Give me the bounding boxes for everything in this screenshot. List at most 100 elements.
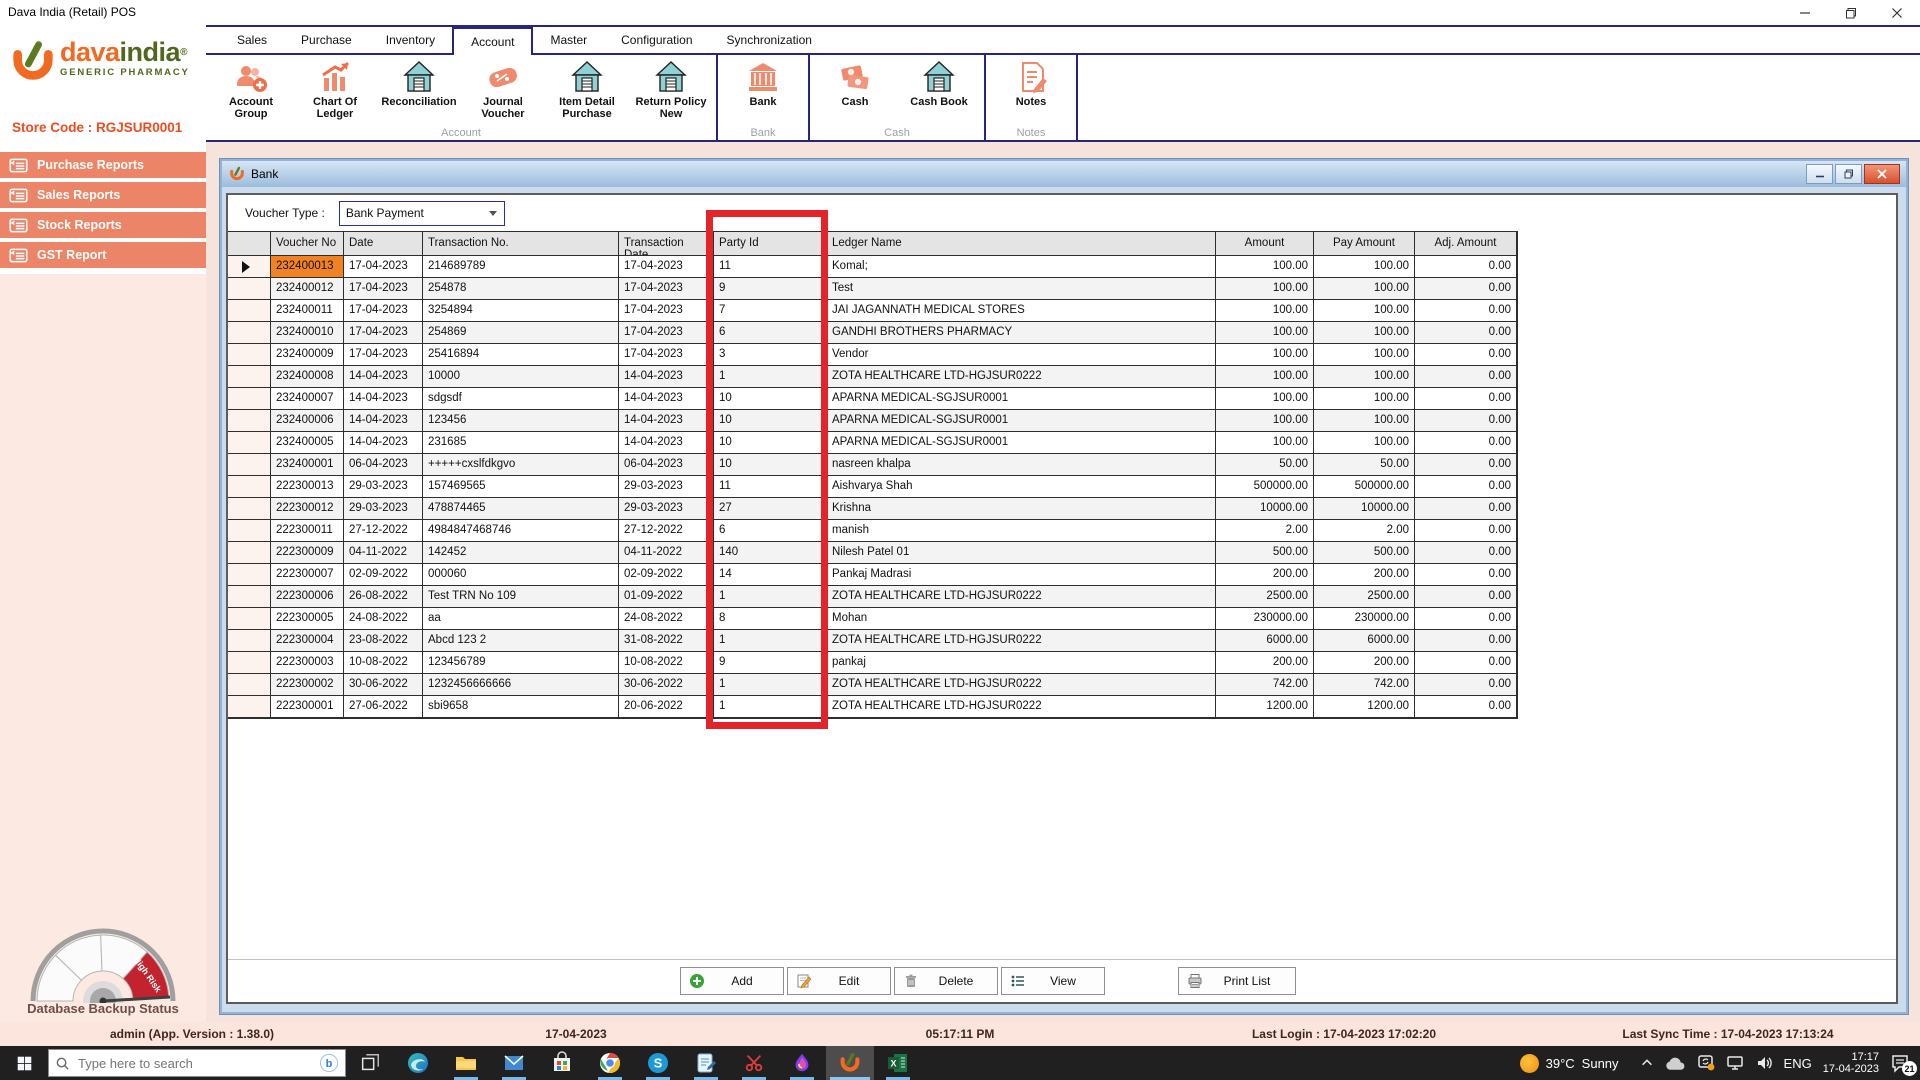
table-row[interactable]: 22230001229-03-202347887446529-03-202327… xyxy=(228,498,1517,520)
ribbon-item-cash[interactable]: Cash xyxy=(816,60,894,108)
cell-transaction-date[interactable]: 02-09-2022 xyxy=(619,564,714,586)
row-indicator-cell[interactable] xyxy=(228,586,271,608)
cell-ledger-name[interactable]: ZOTA HEALTHCARE LTD-HGJSUR0222 xyxy=(827,366,1216,388)
taskbar-app-paint[interactable] xyxy=(778,1046,826,1080)
cell-adj-amount[interactable]: 0.00 xyxy=(1415,542,1517,564)
cell-voucher-no[interactable]: 232400009 xyxy=(271,344,344,366)
ribbon-item-journal-voucher[interactable]: Journal Voucher xyxy=(464,60,542,120)
cell-date[interactable]: 29-03-2023 xyxy=(344,476,423,498)
delete-button[interactable]: Delete xyxy=(894,967,998,995)
cell-pay-amount[interactable]: 6000.00 xyxy=(1314,630,1415,652)
cell-transaction-date[interactable]: 17-04-2023 xyxy=(619,322,714,344)
cell-amount[interactable]: 6000.00 xyxy=(1216,630,1314,652)
column-header-voucher-no[interactable]: Voucher No xyxy=(271,232,344,256)
cell-amount[interactable]: 100.00 xyxy=(1216,410,1314,432)
table-row[interactable]: 23240001217-04-202325487817-04-20239Test… xyxy=(228,278,1517,300)
voucher-type-select[interactable]: Bank Payment xyxy=(339,201,505,226)
cell-date[interactable]: 24-08-2022 xyxy=(344,608,423,630)
taskbar-app-excel[interactable]: X xyxy=(874,1046,922,1080)
table-row[interactable]: 23240000514-04-202323168514-04-202310APA… xyxy=(228,432,1517,454)
cell-voucher-no[interactable]: 222300012 xyxy=(271,498,344,520)
cell-amount[interactable]: 100.00 xyxy=(1216,278,1314,300)
column-header-adj-amount[interactable]: Adj. Amount xyxy=(1415,232,1517,256)
cell-party-id[interactable]: 140 xyxy=(714,542,827,564)
cell-adj-amount[interactable]: 0.00 xyxy=(1415,278,1517,300)
cell-transaction-date[interactable]: 01-09-2022 xyxy=(619,586,714,608)
cell-amount[interactable]: 100.00 xyxy=(1216,366,1314,388)
table-row[interactable]: 23240001017-04-202325486917-04-20236GAND… xyxy=(228,322,1517,344)
cell-transaction-date[interactable]: 29-03-2023 xyxy=(619,476,714,498)
cell-voucher-no[interactable]: 232400013 xyxy=(271,256,344,278)
ribbon-item-notes[interactable]: Notes xyxy=(992,60,1070,108)
row-indicator-cell[interactable] xyxy=(228,300,271,322)
cell-date[interactable]: 14-04-2023 xyxy=(344,410,423,432)
cell-adj-amount[interactable]: 0.00 xyxy=(1415,498,1517,520)
cell-pay-amount[interactable]: 2500.00 xyxy=(1314,586,1415,608)
table-row[interactable]: 22230000310-08-202212345678910-08-20229p… xyxy=(228,652,1517,674)
cell-ledger-name[interactable]: GANDHI BROTHERS PHARMACY xyxy=(827,322,1216,344)
cell-ledger-name[interactable]: ZOTA HEALTHCARE LTD-HGJSUR0222 xyxy=(827,674,1216,696)
cell-transaction-no[interactable]: sbi9658 xyxy=(423,696,619,718)
cell-transaction-no[interactable]: 157469565 xyxy=(423,476,619,498)
ribbon-item-chart-of-ledger[interactable]: Chart Of Ledger xyxy=(296,60,374,120)
cell-pay-amount[interactable]: 100.00 xyxy=(1314,410,1415,432)
row-indicator-cell[interactable] xyxy=(228,520,271,542)
cell-pay-amount[interactable]: 100.00 xyxy=(1314,366,1415,388)
cell-pay-amount[interactable]: 1200.00 xyxy=(1314,696,1415,718)
cell-amount[interactable]: 742.00 xyxy=(1216,674,1314,696)
table-row[interactable]: 23240000814-04-20231000014-04-20231ZOTA … xyxy=(228,366,1517,388)
cell-date[interactable]: 29-03-2023 xyxy=(344,498,423,520)
cell-ledger-name[interactable]: Test xyxy=(827,278,1216,300)
cell-transaction-no[interactable]: 4984847468746 xyxy=(423,520,619,542)
cell-transaction-date[interactable]: 04-11-2022 xyxy=(619,542,714,564)
cell-pay-amount[interactable]: 200.00 xyxy=(1314,564,1415,586)
cell-voucher-no[interactable]: 222300003 xyxy=(271,652,344,674)
ribbon-item-cash-book[interactable]: Cash Book xyxy=(900,60,978,108)
cell-voucher-no[interactable]: 232400006 xyxy=(271,410,344,432)
tab-account[interactable]: Account xyxy=(452,27,533,55)
cell-transaction-date[interactable]: 17-04-2023 xyxy=(619,300,714,322)
cell-transaction-no[interactable]: 231685 xyxy=(423,432,619,454)
cell-pay-amount[interactable]: 100.00 xyxy=(1314,278,1415,300)
taskbar-app-notepad[interactable] xyxy=(682,1046,730,1080)
cell-amount[interactable]: 500000.00 xyxy=(1216,476,1314,498)
taskbar-app-edge[interactable] xyxy=(394,1046,442,1080)
cell-amount[interactable]: 230000.00 xyxy=(1216,608,1314,630)
sidebar-item-stock-reports[interactable]: Stock Reports xyxy=(0,212,206,238)
close-icon[interactable] xyxy=(1874,0,1920,25)
cell-date[interactable]: 17-04-2023 xyxy=(344,278,423,300)
cell-date[interactable]: 30-06-2022 xyxy=(344,674,423,696)
cell-party-id[interactable]: 11 xyxy=(714,256,827,278)
row-indicator-cell[interactable] xyxy=(228,652,271,674)
cell-party-id[interactable]: 9 xyxy=(714,278,827,300)
cell-date[interactable]: 17-04-2023 xyxy=(344,322,423,344)
cell-date[interactable]: 17-04-2023 xyxy=(344,256,423,278)
cell-voucher-no[interactable]: 232400001 xyxy=(271,454,344,476)
cell-date[interactable]: 14-04-2023 xyxy=(344,388,423,410)
cell-date[interactable]: 14-04-2023 xyxy=(344,366,423,388)
cell-party-id[interactable]: 6 xyxy=(714,322,827,344)
cell-voucher-no[interactable]: 222300013 xyxy=(271,476,344,498)
cell-transaction-date[interactable]: 30-06-2022 xyxy=(619,674,714,696)
taskbar-app-store[interactable] xyxy=(538,1046,586,1080)
cell-transaction-date[interactable]: 31-08-2022 xyxy=(619,630,714,652)
bank-restore-icon[interactable] xyxy=(1835,164,1862,184)
cell-transaction-date[interactable]: 17-04-2023 xyxy=(619,256,714,278)
tab-master[interactable]: Master xyxy=(533,27,604,53)
tab-inventory[interactable]: Inventory xyxy=(369,27,452,53)
cell-ledger-name[interactable]: ZOTA HEALTHCARE LTD-HGJSUR0222 xyxy=(827,696,1216,718)
bing-icon[interactable]: b xyxy=(319,1053,339,1073)
cell-party-id[interactable]: 7 xyxy=(714,300,827,322)
cell-voucher-no[interactable]: 232400008 xyxy=(271,366,344,388)
cell-adj-amount[interactable]: 0.00 xyxy=(1415,432,1517,454)
cell-party-id[interactable]: 6 xyxy=(714,520,827,542)
table-row[interactable]: 22230000904-11-202214245204-11-2022140Ni… xyxy=(228,542,1517,564)
bank-window-titlebar[interactable]: Bank xyxy=(222,161,1906,187)
cell-pay-amount[interactable]: 500.00 xyxy=(1314,542,1415,564)
column-header-pay-amount[interactable]: Pay Amount xyxy=(1314,232,1415,256)
row-indicator-cell[interactable] xyxy=(228,432,271,454)
cell-adj-amount[interactable]: 0.00 xyxy=(1415,520,1517,542)
table-row[interactable]: 22230000423-08-2022Abcd 123 231-08-20221… xyxy=(228,630,1517,652)
search-input[interactable] xyxy=(76,1055,313,1072)
cell-date[interactable]: 02-09-2022 xyxy=(344,564,423,586)
